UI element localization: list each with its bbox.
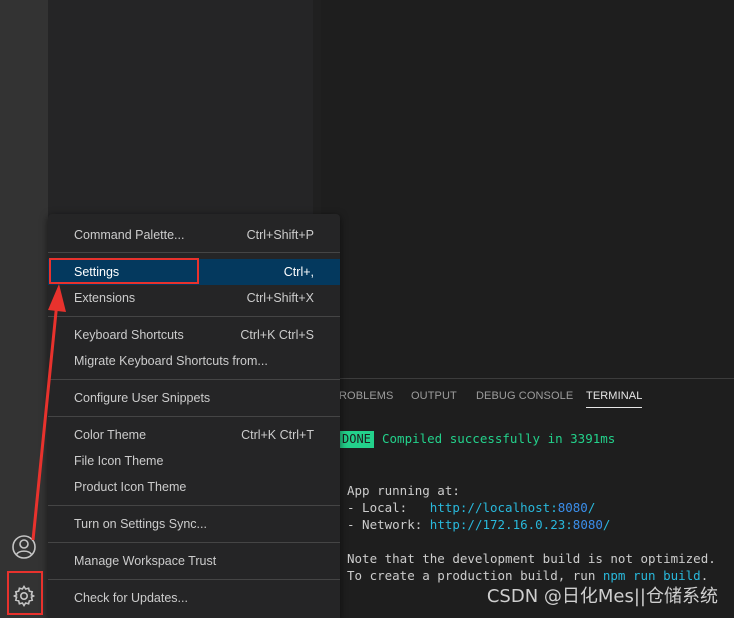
watermark: CSDN @日化Mes||仓储系统 [486,586,718,607]
annotation-arrow [31,284,66,541]
vscode-window: ROBLEMS OUTPUT DEBUG CONSOLE TERMINAL DO… [0,0,734,618]
